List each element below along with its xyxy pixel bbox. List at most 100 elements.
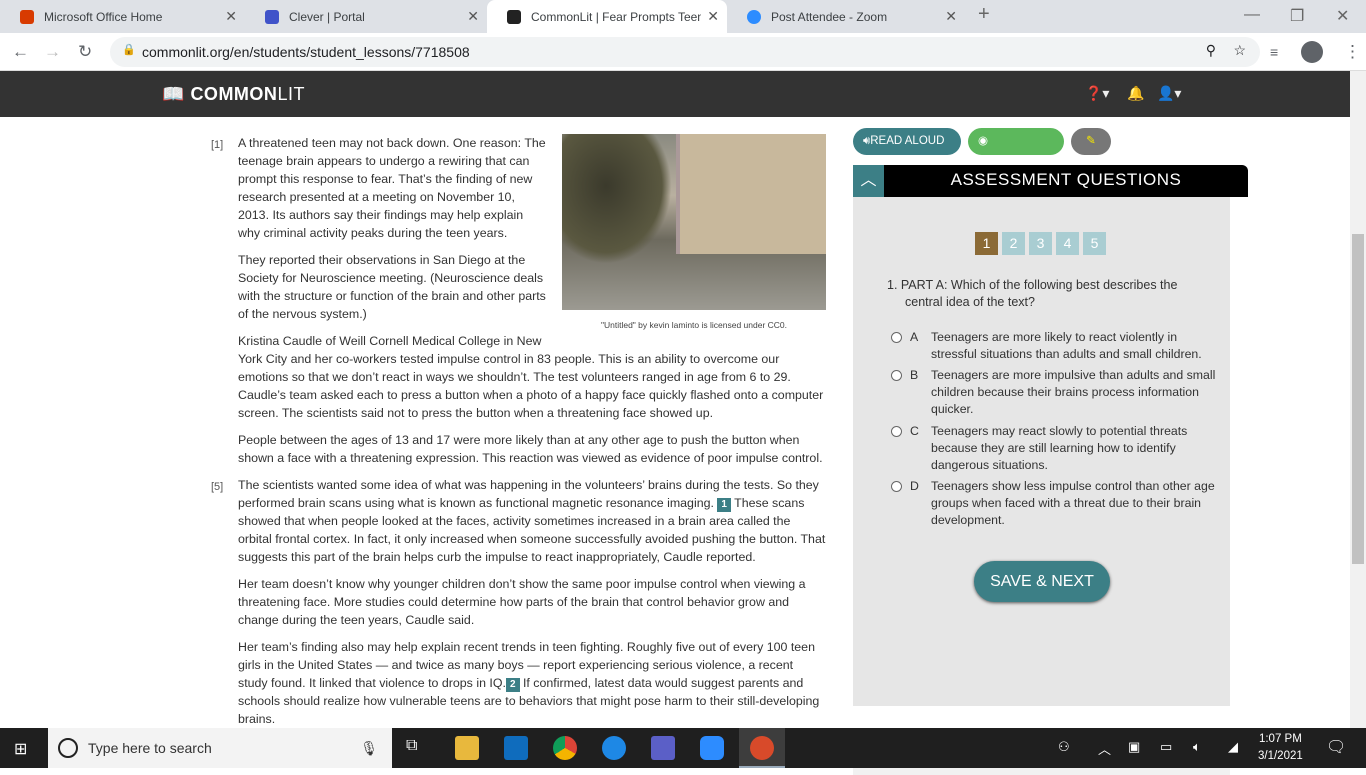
paragraph: [5] The scientists wanted some idea of wh… (211, 476, 826, 566)
notifications-icon[interactable]: 🗨︎ (1326, 737, 1346, 757)
tab-title: Microsoft Office Home (44, 9, 163, 24)
radio-button[interactable] (891, 332, 902, 343)
office-icon (20, 9, 34, 24)
radio-button[interactable] (891, 426, 902, 437)
forward-icon[interactable]: → (44, 42, 61, 62)
tab-office[interactable]: Microsoft Office Home ✕ (0, 0, 245, 33)
page-scrollbar[interactable] (1350, 71, 1366, 728)
mail-icon[interactable] (504, 736, 528, 760)
taskbar-search-input[interactable]: Type here to search 🎙 (48, 728, 392, 768)
paragraph-text: The scientists wanted some idea of what … (238, 478, 819, 510)
restore-button[interactable]: ❐ (1290, 6, 1304, 26)
teams-icon[interactable] (651, 736, 675, 760)
paragraph-number: [1] (211, 139, 224, 151)
lock-icon: 🔒 (122, 44, 136, 56)
date: 3/1/2021 (1258, 750, 1303, 762)
minimize-button[interactable]: — (1244, 6, 1260, 24)
zoom-lens-icon[interactable]: ⚲ (1206, 42, 1216, 59)
close-window-button[interactable]: ✕ (1336, 6, 1349, 26)
star-icon[interactable]: ☆ (1233, 42, 1246, 59)
close-tab-icon[interactable]: ✕ (945, 8, 957, 25)
bell-icon[interactable]: 🔔 (1127, 85, 1144, 102)
translate-button[interactable]: ◉ TRANSLATE (968, 128, 1064, 174)
teens-photo (562, 134, 826, 310)
option-text: Teenagers are more impulsive than adults… (931, 368, 1216, 416)
battery-icon[interactable]: ▭ (1160, 739, 1172, 755)
option-text: Teenagers are more likely to react viole… (931, 330, 1202, 361)
new-tab-button[interactable]: + (978, 3, 990, 26)
microphone-icon[interactable]: 🎙 (360, 728, 378, 768)
defender-icon[interactable]: ▣ (1128, 739, 1140, 755)
question-page-5[interactable]: 5 (1083, 232, 1106, 255)
read-aloud-button[interactable]: 🔊︎READ ALOUD (853, 128, 961, 155)
option-letter: B (910, 368, 919, 382)
paragraph: People between the ages of 13 and 17 wer… (238, 433, 823, 465)
option-letter: C (910, 424, 919, 438)
radio-button[interactable] (891, 481, 902, 492)
url-input[interactable]: 🔒 commonlit.org/en/students/student_lesso… (110, 37, 1260, 67)
active-app[interactable] (739, 728, 785, 768)
task-view-icon[interactable]: ⧉ (406, 737, 417, 755)
question-area: 1 2 3 4 5 1. PART A: Which of the follow… (853, 197, 1230, 775)
reload-icon[interactable]: ↻ (78, 42, 92, 62)
pencil-icon: ✎ (1086, 135, 1096, 147)
panel-scrollbar[interactable] (1230, 197, 1248, 689)
save-next-button[interactable]: SAVE & NEXT (974, 561, 1110, 602)
volume-icon[interactable]: 🔈︎ (1193, 739, 1201, 755)
question-page-1[interactable]: 1 (975, 232, 998, 255)
commonlit-header: 📖 COMMONLIT ❓▾ 🔔 👤▾ (0, 71, 1350, 117)
taskbar: ⊞ Type here to search 🎙 ⧉ ⚇ ︿ ▣ ▭ 🔈︎ ◢ 1:… (0, 728, 1366, 768)
paragraph: Her team doesn’t know why younger childr… (238, 577, 806, 627)
file-explorer-icon[interactable] (455, 736, 479, 760)
button-label: READ ALOUD (870, 135, 945, 147)
people-icon[interactable]: ⚇ (1058, 739, 1070, 755)
tab-zoom[interactable]: Post Attendee - Zoom ✕ (727, 0, 965, 33)
address-bar-row: ← → ↻ 🔒 commonlit.org/en/students/student… (0, 33, 1366, 71)
menu-icon[interactable]: ⋮ (1344, 42, 1361, 62)
question-page-3[interactable]: 3 (1029, 232, 1052, 255)
url-text: commonlit.org/en/students/student_lesson… (142, 44, 470, 60)
profile-avatar[interactable] (1301, 41, 1323, 63)
tab-bar: Microsoft Office Home ✕ Clever | Portal ✕ … (0, 0, 1366, 33)
user-icon[interactable]: 👤▾ (1157, 85, 1181, 102)
option-text: Teenagers show less impulse control than… (931, 479, 1215, 527)
clever-icon (265, 9, 279, 24)
assessment-title: ASSESSMENT QUESTIONS (950, 170, 1182, 189)
radio-button[interactable] (891, 370, 902, 381)
article-image: "Untitled" by kevin laminto is licensed … (562, 134, 826, 334)
book-logo-icon: 📖 (162, 84, 185, 104)
close-tab-icon[interactable]: ✕ (225, 8, 237, 25)
search-placeholder: Type here to search (88, 740, 212, 756)
assessment-header: ︿ ASSESSMENT QUESTIONS (853, 165, 1248, 197)
zoom-icon (747, 9, 761, 24)
zoom-app-icon[interactable] (700, 736, 724, 760)
back-icon[interactable]: ← (12, 42, 29, 62)
paragraph-number: [5] (211, 481, 224, 493)
wifi-icon[interactable]: ◢ (1228, 739, 1238, 755)
footnote-marker[interactable]: 2 (505, 678, 520, 692)
logo-text-light: LIT (277, 84, 305, 104)
close-tab-icon[interactable]: ✕ (467, 8, 479, 25)
chrome-icon[interactable] (553, 736, 577, 760)
highlighter-button[interactable]: ✎ (1071, 128, 1111, 155)
collapse-chevron-up-icon[interactable]: ︿ (853, 165, 884, 197)
paragraph: Kristina Caudle of Weill Cornell Medical… (238, 334, 824, 420)
edge-icon[interactable] (602, 736, 626, 760)
windows-start-icon[interactable]: ⊞ (14, 739, 27, 759)
tab-commonlit[interactable]: CommonLit | Fear Prompts Teens ✕ (487, 0, 727, 33)
image-caption: "Untitled" by kevin laminto is licensed … (600, 320, 788, 330)
clock[interactable]: 1:07 PM 3/1/2021 (1258, 731, 1303, 765)
tab-clever[interactable]: Clever | Portal ✕ (245, 0, 487, 33)
close-tab-icon[interactable]: ✕ (707, 8, 719, 25)
logo-text: COMMON (190, 84, 278, 104)
footnote-marker[interactable]: 1 (717, 498, 731, 512)
commonlit-logo[interactable]: 📖 COMMONLIT (162, 84, 305, 105)
scrollbar-thumb[interactable] (1352, 234, 1364, 564)
option-letter: A (910, 330, 919, 344)
question-text: 1. PART A: Which of the following best d… (887, 278, 1178, 309)
question-page-4[interactable]: 4 (1056, 232, 1079, 255)
media-icon[interactable]: ≡ (1270, 44, 1278, 60)
question-page-2[interactable]: 2 (1002, 232, 1025, 255)
help-icon[interactable]: ❓▾ (1085, 85, 1109, 102)
chevron-up-icon[interactable]: ︿ (1098, 739, 1111, 758)
